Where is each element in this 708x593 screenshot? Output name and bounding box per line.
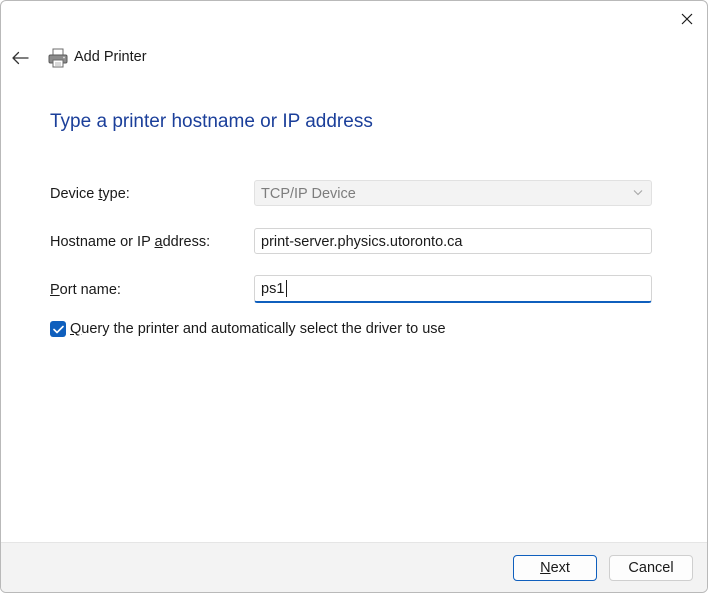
device-type-value: TCP/IP Device	[261, 186, 356, 202]
back-arrow-icon	[12, 51, 29, 65]
device-type-select[interactable]: TCP/IP Device	[254, 180, 652, 206]
dialog-footer: Next Cancel	[1, 542, 707, 592]
cancel-button[interactable]: Cancel	[609, 555, 693, 581]
text-caret	[286, 280, 287, 297]
close-button[interactable]	[671, 5, 703, 33]
query-printer-checkbox[interactable]	[50, 321, 66, 337]
port-name-value: ps1	[261, 281, 285, 297]
page-heading: Type a printer hostname or IP address	[50, 111, 373, 132]
device-type-label: Device type:	[50, 186, 130, 202]
query-printer-label[interactable]: Query the printer and automatically sele…	[70, 321, 446, 337]
printer-icon	[48, 48, 68, 68]
hostname-input[interactable]: print-server.physics.utoronto.ca	[254, 228, 652, 254]
hostname-label: Hostname or IP address:	[50, 234, 211, 250]
chevron-down-icon	[633, 190, 643, 196]
close-icon	[681, 13, 693, 25]
checkmark-icon	[52, 325, 64, 333]
hostname-value: print-server.physics.utoronto.ca	[261, 234, 463, 250]
next-button[interactable]: Next	[513, 555, 597, 581]
port-name-input[interactable]: ps1	[254, 275, 652, 303]
add-printer-dialog: Add Printer Type a printer hostname or I…	[0, 0, 708, 593]
back-button[interactable]	[7, 45, 33, 71]
window-title: Add Printer	[74, 49, 147, 65]
port-name-label: Port name:	[50, 282, 121, 298]
